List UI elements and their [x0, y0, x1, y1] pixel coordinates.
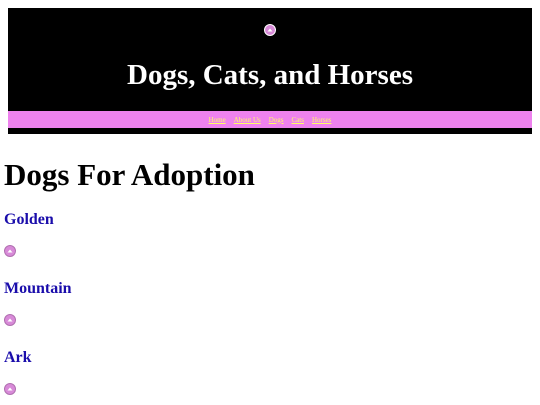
dog-name-golden[interactable]: Golden: [4, 210, 54, 230]
dog-name-mountain[interactable]: Mountain: [4, 279, 72, 299]
nav-bar: Home About Us Dogs Cats Horses: [8, 111, 532, 128]
page: Dogs, Cats, and Horses Home About Us Dog…: [0, 0, 540, 405]
nav-link-dogs[interactable]: Dogs: [269, 116, 284, 124]
dog-name-ark[interactable]: Ark: [4, 348, 32, 368]
nav-link-cats[interactable]: Cats: [292, 116, 304, 124]
nav-link-horses[interactable]: Horses: [312, 116, 331, 124]
broken-image-icon[interactable]: [4, 383, 16, 395]
site-header: Dogs, Cats, and Horses Home About Us Dog…: [8, 8, 532, 134]
broken-image-icon[interactable]: [4, 245, 16, 257]
nav-link-home[interactable]: Home: [209, 116, 226, 124]
broken-image-icon: [264, 24, 276, 36]
site-title: Dogs, Cats, and Horses: [127, 59, 413, 91]
page-title: Dogs For Adoption: [4, 157, 255, 192]
nav-link-about-us[interactable]: About Us: [234, 116, 261, 124]
broken-image-icon[interactable]: [4, 314, 16, 326]
